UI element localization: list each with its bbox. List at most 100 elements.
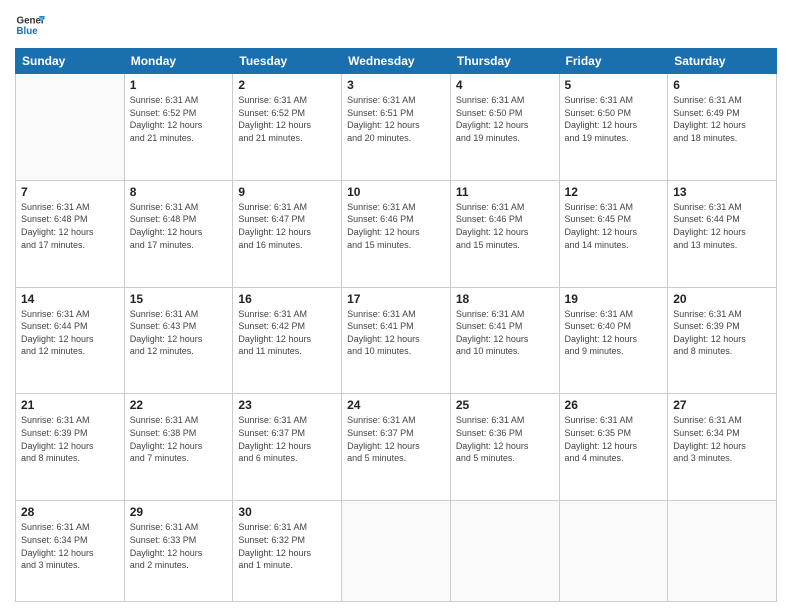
- day-info: Sunrise: 6:31 AM Sunset: 6:52 PM Dayligh…: [238, 94, 336, 144]
- calendar-table: SundayMondayTuesdayWednesdayThursdayFrid…: [15, 48, 777, 602]
- day-info: Sunrise: 6:31 AM Sunset: 6:47 PM Dayligh…: [238, 201, 336, 251]
- calendar-cell: 3 Sunrise: 6:31 AM Sunset: 6:51 PM Daylig…: [342, 74, 451, 181]
- day-info: Sunrise: 6:31 AM Sunset: 6:50 PM Dayligh…: [456, 94, 554, 144]
- calendar-cell: 17 Sunrise: 6:31 AM Sunset: 6:41 PM Dayli…: [342, 287, 451, 394]
- day-number: 16: [238, 292, 336, 306]
- day-info: Sunrise: 6:31 AM Sunset: 6:37 PM Dayligh…: [238, 414, 336, 464]
- day-info: Sunrise: 6:31 AM Sunset: 6:43 PM Dayligh…: [130, 308, 228, 358]
- day-number: 15: [130, 292, 228, 306]
- day-info: Sunrise: 6:31 AM Sunset: 6:36 PM Dayligh…: [456, 414, 554, 464]
- day-number: 4: [456, 78, 554, 92]
- day-number: 30: [238, 505, 336, 519]
- calendar-cell: [342, 501, 451, 602]
- logo-icon: General Blue: [15, 10, 45, 40]
- calendar-cell: 4 Sunrise: 6:31 AM Sunset: 6:50 PM Daylig…: [450, 74, 559, 181]
- day-number: 17: [347, 292, 445, 306]
- page: General Blue SundayMondayTuesdayWednesda…: [0, 0, 792, 612]
- day-info: Sunrise: 6:31 AM Sunset: 6:50 PM Dayligh…: [565, 94, 663, 144]
- calendar-cell: 15 Sunrise: 6:31 AM Sunset: 6:43 PM Dayli…: [124, 287, 233, 394]
- day-number: 14: [21, 292, 119, 306]
- day-number: 13: [673, 185, 771, 199]
- day-info: Sunrise: 6:31 AM Sunset: 6:48 PM Dayligh…: [130, 201, 228, 251]
- day-info: Sunrise: 6:31 AM Sunset: 6:40 PM Dayligh…: [565, 308, 663, 358]
- calendar-week-5: 28 Sunrise: 6:31 AM Sunset: 6:34 PM Dayli…: [16, 501, 777, 602]
- calendar-cell: 30 Sunrise: 6:31 AM Sunset: 6:32 PM Dayli…: [233, 501, 342, 602]
- calendar-cell: 2 Sunrise: 6:31 AM Sunset: 6:52 PM Daylig…: [233, 74, 342, 181]
- calendar-cell: 23 Sunrise: 6:31 AM Sunset: 6:37 PM Dayli…: [233, 394, 342, 501]
- calendar-week-2: 7 Sunrise: 6:31 AM Sunset: 6:48 PM Daylig…: [16, 180, 777, 287]
- calendar-cell: [16, 74, 125, 181]
- day-info: Sunrise: 6:31 AM Sunset: 6:39 PM Dayligh…: [673, 308, 771, 358]
- day-number: 26: [565, 398, 663, 412]
- day-number: 22: [130, 398, 228, 412]
- calendar-cell: 20 Sunrise: 6:31 AM Sunset: 6:39 PM Dayli…: [668, 287, 777, 394]
- day-info: Sunrise: 6:31 AM Sunset: 6:46 PM Dayligh…: [347, 201, 445, 251]
- day-number: 25: [456, 398, 554, 412]
- calendar-cell: 10 Sunrise: 6:31 AM Sunset: 6:46 PM Dayli…: [342, 180, 451, 287]
- day-info: Sunrise: 6:31 AM Sunset: 6:44 PM Dayligh…: [21, 308, 119, 358]
- calendar-cell: 13Sunrise: 6:31 AM Sunset: 6:44 PM Dayli…: [668, 180, 777, 287]
- calendar-cell: 24 Sunrise: 6:31 AM Sunset: 6:37 PM Dayli…: [342, 394, 451, 501]
- day-number: 20: [673, 292, 771, 306]
- day-number: 12: [565, 185, 663, 199]
- day-number: 29: [130, 505, 228, 519]
- header: General Blue: [15, 10, 777, 40]
- day-number: 23: [238, 398, 336, 412]
- day-info: Sunrise: 6:31 AM Sunset: 6:51 PM Dayligh…: [347, 94, 445, 144]
- day-number: 28: [21, 505, 119, 519]
- day-number: 11: [456, 185, 554, 199]
- logo: General Blue: [15, 10, 51, 40]
- weekday-header-thursday: Thursday: [450, 49, 559, 74]
- calendar-cell: 22 Sunrise: 6:31 AM Sunset: 6:38 PM Dayli…: [124, 394, 233, 501]
- day-number: 19: [565, 292, 663, 306]
- day-info: Sunrise: 6:31 AM Sunset: 6:37 PM Dayligh…: [347, 414, 445, 464]
- day-number: 24: [347, 398, 445, 412]
- day-info: Sunrise: 6:31 AM Sunset: 6:34 PM Dayligh…: [673, 414, 771, 464]
- calendar-cell: 16Sunrise: 6:31 AM Sunset: 6:42 PM Dayli…: [233, 287, 342, 394]
- day-info: Sunrise: 6:31 AM Sunset: 6:39 PM Dayligh…: [21, 414, 119, 464]
- calendar-week-1: 1 Sunrise: 6:31 AM Sunset: 6:52 PM Daylig…: [16, 74, 777, 181]
- day-info: Sunrise: 6:31 AM Sunset: 6:41 PM Dayligh…: [456, 308, 554, 358]
- day-number: 1: [130, 78, 228, 92]
- weekday-header-tuesday: Tuesday: [233, 49, 342, 74]
- svg-text:Blue: Blue: [17, 26, 39, 37]
- calendar-cell: 25 Sunrise: 6:31 AM Sunset: 6:36 PM Dayli…: [450, 394, 559, 501]
- weekday-header-friday: Friday: [559, 49, 668, 74]
- weekday-header-saturday: Saturday: [668, 49, 777, 74]
- calendar-week-4: 21 Sunrise: 6:31 AM Sunset: 6:39 PM Dayli…: [16, 394, 777, 501]
- day-number: 27: [673, 398, 771, 412]
- calendar-cell: 18 Sunrise: 6:31 AM Sunset: 6:41 PM Dayli…: [450, 287, 559, 394]
- day-number: 10: [347, 185, 445, 199]
- day-number: 5: [565, 78, 663, 92]
- calendar-cell: 29 Sunrise: 6:31 AM Sunset: 6:33 PM Dayli…: [124, 501, 233, 602]
- day-info: Sunrise: 6:31 AM Sunset: 6:41 PM Dayligh…: [347, 308, 445, 358]
- calendar-cell: [559, 501, 668, 602]
- day-number: 7: [21, 185, 119, 199]
- day-info: Sunrise: 6:31 AM Sunset: 6:33 PM Dayligh…: [130, 521, 228, 571]
- day-info: Sunrise: 6:31 AM Sunset: 6:34 PM Dayligh…: [21, 521, 119, 571]
- day-number: 21: [21, 398, 119, 412]
- day-number: 18: [456, 292, 554, 306]
- day-info: Sunrise: 6:31 AM Sunset: 6:38 PM Dayligh…: [130, 414, 228, 464]
- day-info: Sunrise: 6:31 AM Sunset: 6:49 PM Dayligh…: [673, 94, 771, 144]
- calendar-cell: 14 Sunrise: 6:31 AM Sunset: 6:44 PM Dayli…: [16, 287, 125, 394]
- calendar-cell: 21 Sunrise: 6:31 AM Sunset: 6:39 PM Dayli…: [16, 394, 125, 501]
- weekday-header-row: SundayMondayTuesdayWednesdayThursdayFrid…: [16, 49, 777, 74]
- day-info: Sunrise: 6:31 AM Sunset: 6:32 PM Dayligh…: [238, 521, 336, 571]
- calendar-cell: 28 Sunrise: 6:31 AM Sunset: 6:34 PM Dayli…: [16, 501, 125, 602]
- day-number: 2: [238, 78, 336, 92]
- day-number: 9: [238, 185, 336, 199]
- weekday-header-wednesday: Wednesday: [342, 49, 451, 74]
- calendar-cell: 26 Sunrise: 6:31 AM Sunset: 6:35 PM Dayli…: [559, 394, 668, 501]
- calendar-cell: 12 Sunrise: 6:31 AM Sunset: 6:45 PM Dayli…: [559, 180, 668, 287]
- day-info: Sunrise: 6:31 AM Sunset: 6:48 PM Dayligh…: [21, 201, 119, 251]
- calendar-cell: 9 Sunrise: 6:31 AM Sunset: 6:47 PM Daylig…: [233, 180, 342, 287]
- day-number: 3: [347, 78, 445, 92]
- day-info: Sunrise: 6:31 AM Sunset: 6:45 PM Dayligh…: [565, 201, 663, 251]
- day-number: 6: [673, 78, 771, 92]
- day-info: Sunrise: 6:31 AM Sunset: 6:35 PM Dayligh…: [565, 414, 663, 464]
- calendar-cell: 27 Sunrise: 6:31 AM Sunset: 6:34 PM Dayli…: [668, 394, 777, 501]
- calendar-cell: 5 Sunrise: 6:31 AM Sunset: 6:50 PM Daylig…: [559, 74, 668, 181]
- calendar-cell: 6 Sunrise: 6:31 AM Sunset: 6:49 PM Daylig…: [668, 74, 777, 181]
- calendar-cell: 8Sunrise: 6:31 AM Sunset: 6:48 PM Daylig…: [124, 180, 233, 287]
